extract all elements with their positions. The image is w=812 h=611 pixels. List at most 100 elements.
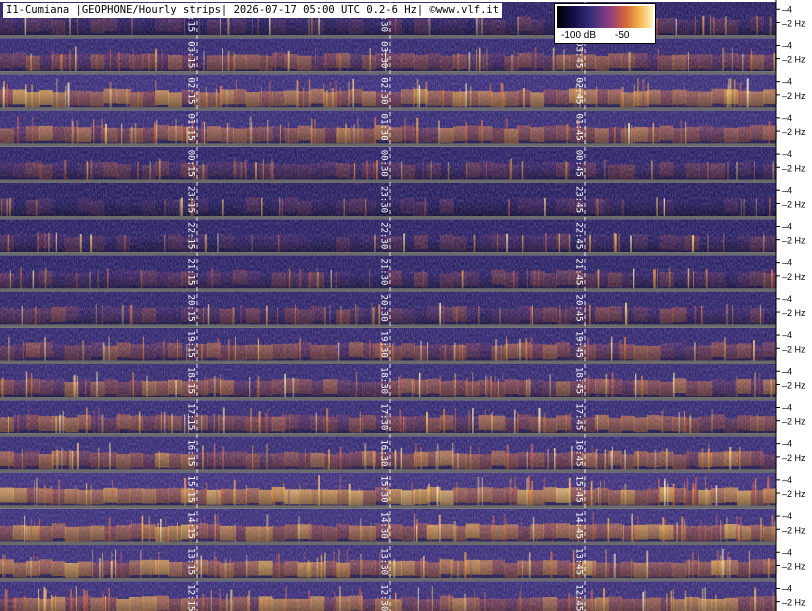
time-label: 18:30 [379, 367, 389, 394]
time-label: 23:45 [574, 186, 584, 213]
strip-separator [0, 360, 776, 364]
time-label: 01:15 [186, 114, 196, 141]
freq-label-2: –2 Hz [782, 525, 806, 535]
freq-label-2: –2 Hz [782, 272, 806, 282]
time-label: 15:30 [379, 476, 389, 503]
freq-label-2: –2 Hz [782, 453, 806, 463]
time-label: 02:45 [574, 77, 584, 104]
time-label: 20:15 [186, 295, 196, 322]
time-label: 03:30 [379, 41, 389, 68]
freq-label-4: –4 [782, 258, 792, 268]
freq-label-4: –4 [782, 475, 792, 485]
time-label: 01:45 [574, 114, 584, 141]
freq-label-2: –2 Hz [782, 598, 806, 608]
strip-separator [0, 71, 776, 75]
freq-label-4: –4 [782, 547, 792, 557]
time-label: 15:45 [574, 476, 584, 503]
strip-separator [0, 505, 776, 509]
legend-high-label: -50 [615, 30, 630, 41]
time-label: 17:45 [574, 403, 584, 430]
time-label: 17:30 [379, 403, 389, 430]
freq-label-4: –4 [782, 221, 792, 231]
time-label: 00:30 [379, 150, 389, 177]
time-label: 15:15 [186, 476, 196, 503]
time-label: 23:30 [379, 186, 389, 213]
strip-separator [0, 433, 776, 437]
strip-separator [0, 397, 776, 401]
freq-label-2: –2 Hz [782, 489, 806, 499]
freq-label-4: –4 [782, 113, 792, 123]
time-label: 16:15 [186, 439, 196, 466]
strip-separator [0, 216, 776, 220]
time-label: 18:45 [574, 367, 584, 394]
strip-separator [0, 324, 776, 328]
strip-separator [0, 469, 776, 473]
time-label: 22:45 [574, 222, 584, 249]
freq-label-2: –2 Hz [782, 380, 806, 390]
time-label: 21:45 [574, 258, 584, 285]
freq-label-2: –2 Hz [782, 417, 806, 427]
time-label: 22:15 [186, 222, 196, 249]
freq-label-4: –4 [782, 439, 792, 449]
strip-separator [0, 578, 776, 582]
freq-label-2: –2 Hz [782, 18, 806, 28]
freq-label-2: –2 Hz [782, 344, 806, 354]
time-label: 17:15 [186, 403, 196, 430]
time-label: 01:30 [379, 114, 389, 141]
freq-label-2: –2 Hz [782, 91, 806, 101]
time-label: 12:45 [574, 584, 584, 611]
strip-separator [0, 541, 776, 545]
strip-separator [0, 35, 776, 39]
chart-title: I1-Cumiana |GEOPHONE/Hourly strips| 2026… [3, 3, 503, 18]
freq-label-2: –2 Hz [782, 236, 806, 246]
time-label: 19:30 [379, 331, 389, 358]
legend-low-label: -100 dB [561, 30, 597, 41]
spectrogram-chart: 04:1504:3004:4503:1503:3003:4502:1502:30… [0, 0, 806, 611]
time-label: 18:15 [186, 367, 196, 394]
time-label: 21:30 [379, 258, 389, 285]
strip-separator [0, 107, 776, 111]
time-label: 14:45 [574, 512, 584, 539]
freq-label-4: –4 [782, 40, 792, 50]
time-label: 13:15 [186, 548, 196, 575]
freq-label-4: –4 [782, 583, 792, 593]
time-label: 19:15 [186, 331, 196, 358]
strip-separator [0, 252, 776, 256]
time-label: 20:45 [574, 295, 584, 322]
freq-label-4: –4 [782, 511, 792, 521]
time-label: 13:30 [379, 548, 389, 575]
freq-label-2: –2 Hz [782, 127, 806, 137]
time-label: 19:45 [574, 331, 584, 358]
strip-separator [0, 143, 776, 147]
time-label: 03:45 [574, 41, 584, 68]
freq-label-4: –4 [782, 402, 792, 412]
time-label: 12:30 [379, 584, 389, 611]
freq-label-2: –2 Hz [782, 561, 806, 571]
freq-label-2: –2 Hz [782, 55, 806, 65]
color-legend: -100 dB -50 [554, 3, 656, 44]
time-label: 16:45 [574, 439, 584, 466]
time-label: 13:45 [574, 548, 584, 575]
time-label: 14:15 [186, 512, 196, 539]
freq-label-4: –4 [782, 4, 792, 14]
time-label: 03:15 [186, 41, 196, 68]
freq-label-4: –4 [782, 185, 792, 195]
freq-label-2: –2 Hz [782, 308, 806, 318]
time-label: 12:15 [186, 584, 196, 611]
freq-label-4: –4 [782, 366, 792, 376]
freq-label-2: –2 Hz [782, 163, 806, 173]
freq-label-4: –4 [782, 149, 792, 159]
time-label: 02:30 [379, 77, 389, 104]
legend-colorbar [557, 6, 653, 28]
time-label: 23:15 [186, 186, 196, 213]
freq-label-4: –4 [782, 77, 792, 87]
freq-label-4: –4 [782, 294, 792, 304]
time-label: 00:15 [186, 150, 196, 177]
strip-separator [0, 288, 776, 292]
time-label: 22:30 [379, 222, 389, 249]
time-label: 16:30 [379, 439, 389, 466]
time-label: 21:15 [186, 258, 196, 285]
time-label: 20:30 [379, 295, 389, 322]
freq-label-4: –4 [782, 330, 792, 340]
freq-label-2: –2 Hz [782, 199, 806, 209]
